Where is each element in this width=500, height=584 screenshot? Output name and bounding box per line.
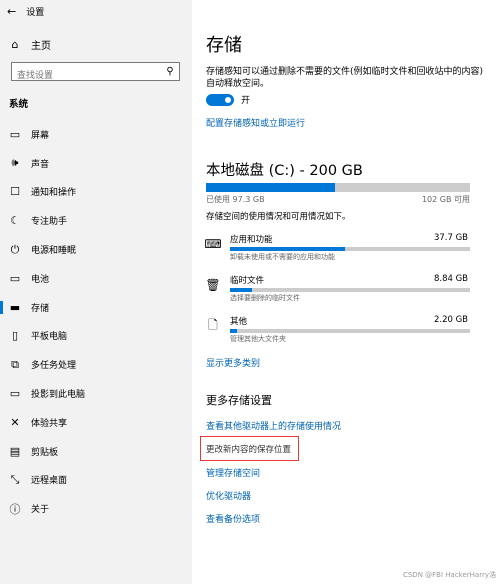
sidebar-item-about[interactable]: ⓘ 关于 bbox=[0, 494, 192, 523]
category-size: 8.84 GB bbox=[433, 274, 468, 284]
home-icon: ⌂ bbox=[11, 38, 19, 51]
sidebar-item-remote-desktop[interactable]: ⤡ 远程桌面 bbox=[0, 466, 192, 495]
sidebar-item-label: 电池 bbox=[31, 274, 50, 285]
back-arrow-icon[interactable]: ← bbox=[7, 5, 16, 18]
projector-icon: ▭ bbox=[9, 387, 21, 401]
sidebar-item-label: 多任务处理 bbox=[31, 361, 77, 372]
sidebar-item-label: 声音 bbox=[31, 159, 50, 170]
manage-storage-spaces-link[interactable]: 管理存储空间 bbox=[206, 466, 260, 479]
sidebar-item-sound[interactable]: 🕪 声音 bbox=[0, 149, 192, 178]
view-other-drives-link[interactable]: 查看其他驱动器上的存储使用情况 bbox=[206, 419, 341, 432]
sidebar-item-tablet[interactable]: ▯ 平板电脑 bbox=[0, 322, 192, 351]
sidebar-item-focus-assist[interactable]: ☾ 专注助手 bbox=[0, 206, 192, 235]
category-name: 临时文件 bbox=[230, 276, 265, 286]
category-name: 其他 bbox=[230, 317, 248, 327]
sidebar-item-storage[interactable]: ▬ 存储 bbox=[0, 293, 192, 322]
disk-title: 本地磁盘 (C:) - 200 GB bbox=[206, 163, 363, 179]
sidebar-item-power[interactable]: ⏻ 电源和睡眠 bbox=[0, 235, 192, 264]
disk-used-text: 已使用 97.3 GB bbox=[206, 195, 265, 204]
sidebar-nav: ▭ 屏幕 🕪 声音 ☐ 通知和操作 ☾ 专注助手 ⏻ 电源和睡眠 ▭ 电池 ▬ … bbox=[0, 120, 192, 523]
storage-sense-toggle-row: 开 bbox=[206, 93, 250, 106]
optimize-drives-link[interactable]: 优化驱动器 bbox=[206, 489, 251, 502]
sidebar-item-label: 存储 bbox=[31, 303, 50, 314]
sidebar-item-label: 体验共享 bbox=[31, 418, 68, 429]
change-save-location-link[interactable]: 更改新内容的保存位置 bbox=[206, 443, 291, 455]
search-icon[interactable]: ⚲ bbox=[164, 65, 176, 77]
home-nav[interactable]: ⌂ 主页 bbox=[8, 37, 52, 52]
sidebar-item-label: 通知和操作 bbox=[31, 188, 77, 199]
sidebar-item-label: 电源和睡眠 bbox=[31, 246, 77, 257]
title-bar: ← 设置 bbox=[7, 5, 44, 18]
show-more-categories-link[interactable]: 显示更多类别 bbox=[206, 356, 260, 369]
monitor-icon: ▭ bbox=[9, 127, 21, 141]
page-title: 存储 bbox=[206, 35, 242, 56]
home-label: 主页 bbox=[31, 41, 51, 52]
backup-options-link[interactable]: 查看备份选项 bbox=[206, 512, 260, 525]
notification-icon: ☐ bbox=[10, 185, 20, 199]
sidebar-item-clipboard[interactable]: ▤ 剪贴板 bbox=[0, 437, 192, 466]
category-subtext: 卸载未使用或不需要的应用和功能 bbox=[230, 253, 335, 261]
category-bar bbox=[230, 288, 470, 292]
storage-sense-description: 存储感知可以通过删除不需要的文件(例如临时文件和回收站中的内容)自动释放空间。 bbox=[206, 67, 484, 89]
battery-icon: ▭ bbox=[9, 271, 21, 285]
sidebar-item-label: 专注助手 bbox=[31, 217, 68, 228]
storage-sense-toggle[interactable] bbox=[206, 93, 234, 106]
watermark: CSDN @FBI HackerHarry浩 bbox=[402, 571, 496, 579]
toggle-state-label: 开 bbox=[241, 96, 251, 106]
speaker-icon: 🕪 bbox=[11, 156, 19, 170]
category-bar-fill bbox=[230, 329, 238, 333]
moon-icon: ☾ bbox=[10, 214, 20, 228]
search-input[interactable] bbox=[12, 67, 157, 84]
search-box[interactable]: ⚲ bbox=[11, 62, 180, 84]
disk-usage-fill bbox=[206, 183, 336, 192]
sidebar: ← 设置 ⌂ 主页 ⚲ 系统 ▭ 屏幕 🕪 声音 ☐ 通知和操作 ☾ 专注助手 … bbox=[0, 0, 192, 584]
sidebar-item-label: 关于 bbox=[31, 505, 50, 516]
configure-storage-sense-link[interactable]: 配置存储感知或立即运行 bbox=[206, 116, 305, 129]
sidebar-item-label: 屏幕 bbox=[31, 130, 50, 141]
category-subtext: 选择要删除的临时文件 bbox=[230, 294, 300, 302]
multitask-icon: ⧉ bbox=[11, 357, 19, 371]
share-icon: ✕ bbox=[10, 415, 20, 429]
category-bar-fill bbox=[230, 288, 252, 292]
info-icon: ⓘ bbox=[9, 502, 21, 516]
category-bar-fill bbox=[230, 247, 346, 251]
category-bar bbox=[230, 329, 470, 333]
category-name: 应用和功能 bbox=[230, 235, 273, 245]
category-size: 37.7 GB bbox=[433, 233, 468, 243]
clipboard-icon: ▤ bbox=[9, 444, 21, 458]
more-settings-heading: 更多存储设置 bbox=[206, 394, 272, 407]
usage-description: 存储空间的使用情况和可用情况如下。 bbox=[206, 212, 351, 222]
category-temp-files[interactable]: 🗑 临时文件 8.84 GB 选择要删除的临时文件 bbox=[205, 274, 470, 304]
category-apps[interactable]: ⌨ 应用和功能 37.7 GB 卸载未使用或不需要的应用和功能 bbox=[204, 233, 470, 263]
window-title: 设置 bbox=[26, 8, 45, 18]
sidebar-item-projecting[interactable]: ▭ 投影到此电脑 bbox=[0, 379, 192, 408]
sidebar-item-label: 远程桌面 bbox=[31, 476, 68, 487]
sidebar-item-shared-experiences[interactable]: ✕ 体验共享 bbox=[0, 408, 192, 437]
storage-icon: ▬ bbox=[9, 300, 21, 314]
category-other[interactable]: 🗋 其他 2.20 GB 管理其他大文件夹 bbox=[206, 315, 470, 345]
category-subtext: 管理其他大文件夹 bbox=[230, 335, 286, 343]
disk-free-text: 102 GB 可用 bbox=[421, 195, 470, 204]
file-icon: 🗋 bbox=[208, 317, 218, 332]
keyboard-icon: ⌨ bbox=[204, 237, 222, 251]
section-heading: 系统 bbox=[9, 99, 29, 110]
sidebar-item-label: 剪贴板 bbox=[31, 447, 59, 458]
trash-icon: 🗑 bbox=[205, 278, 221, 292]
sidebar-item-notifications[interactable]: ☐ 通知和操作 bbox=[0, 178, 192, 207]
sidebar-item-label: 平板电脑 bbox=[31, 332, 68, 343]
sidebar-item-multitasking[interactable]: ⧉ 多任务处理 bbox=[0, 350, 192, 379]
disk-usage-bar bbox=[206, 183, 470, 192]
power-icon: ⏻ bbox=[10, 242, 20, 256]
category-bar bbox=[230, 247, 470, 251]
sidebar-item-label: 投影到此电脑 bbox=[31, 390, 86, 401]
sidebar-item-battery[interactable]: ▭ 电池 bbox=[0, 264, 192, 293]
toggle-knob bbox=[225, 96, 231, 103]
tablet-icon: ▯ bbox=[11, 329, 19, 343]
sidebar-item-display[interactable]: ▭ 屏幕 bbox=[0, 120, 192, 149]
category-size: 2.20 GB bbox=[433, 315, 468, 325]
main-panel: 存储 存储感知可以通过删除不需要的文件(例如临时文件和回收站中的内容)自动释放空… bbox=[192, 0, 500, 584]
remote-desktop-icon: ⤡ bbox=[10, 472, 20, 486]
